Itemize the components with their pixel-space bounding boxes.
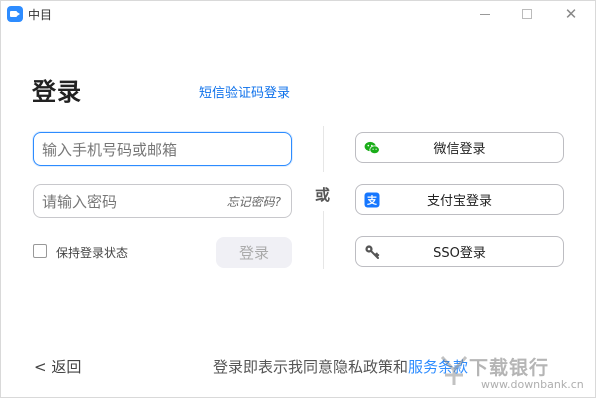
password-placeholder: 请输入密码 <box>42 192 118 211</box>
login-button[interactable]: 登录 <box>216 237 292 268</box>
app-logo-icon <box>7 6 23 22</box>
alipay-login-label: 支付宝登录 <box>426 194 492 209</box>
watermark-text: 下载银行 <box>469 357 550 379</box>
keep-logged-in-label[interactable]: 保持登录状态 <box>56 244 128 261</box>
login-window: 中目 ✕ 登录 短信验证码登录 输入手机号码或邮箱 请输入密码 忘记密码? 保持… <box>0 0 596 398</box>
watermark-url: www.downbank.cn <box>481 378 584 391</box>
wechat-login-label: 微信登录 <box>433 142 486 157</box>
minimize-button[interactable] <box>469 3 501 25</box>
or-divider-label: 或 <box>315 186 331 204</box>
page-title: 登录 <box>32 78 82 106</box>
phone-email-placeholder: 输入手机号码或邮箱 <box>42 140 178 159</box>
password-input[interactable]: 请输入密码 忘记密码? <box>33 184 292 218</box>
close-icon: ✕ <box>564 4 578 23</box>
phone-email-input[interactable]: 输入手机号码或邮箱 <box>33 132 292 166</box>
title-bar: 中目 ✕ <box>1 1 595 27</box>
keep-logged-in-checkbox[interactable] <box>33 244 47 258</box>
sso-login-button[interactable]: SSO登录 <box>355 236 564 267</box>
legal-notice: 登录即表示我同意隐私政策和服务条款 <box>213 358 469 376</box>
terms-of-service-link[interactable]: 服务条款 <box>408 358 468 376</box>
wechat-login-button[interactable]: 微信登录 <box>355 132 564 163</box>
maximize-button[interactable] <box>511 3 543 25</box>
vertical-divider-bottom <box>323 211 324 269</box>
forgot-password-link[interactable]: 忘记密码? <box>227 193 281 210</box>
sso-login-label: SSO登录 <box>433 246 486 261</box>
alipay-login-button[interactable]: 支 支付宝登录 <box>355 184 564 215</box>
vertical-divider-top <box>323 126 324 172</box>
app-title: 中目 <box>28 8 53 22</box>
minimize-icon <box>480 13 490 15</box>
maximize-icon <box>522 9 532 19</box>
close-button[interactable]: ✕ <box>555 3 587 25</box>
sms-login-link[interactable]: 短信验证码登录 <box>199 82 290 101</box>
back-link[interactable]: < 返回 <box>34 356 81 377</box>
